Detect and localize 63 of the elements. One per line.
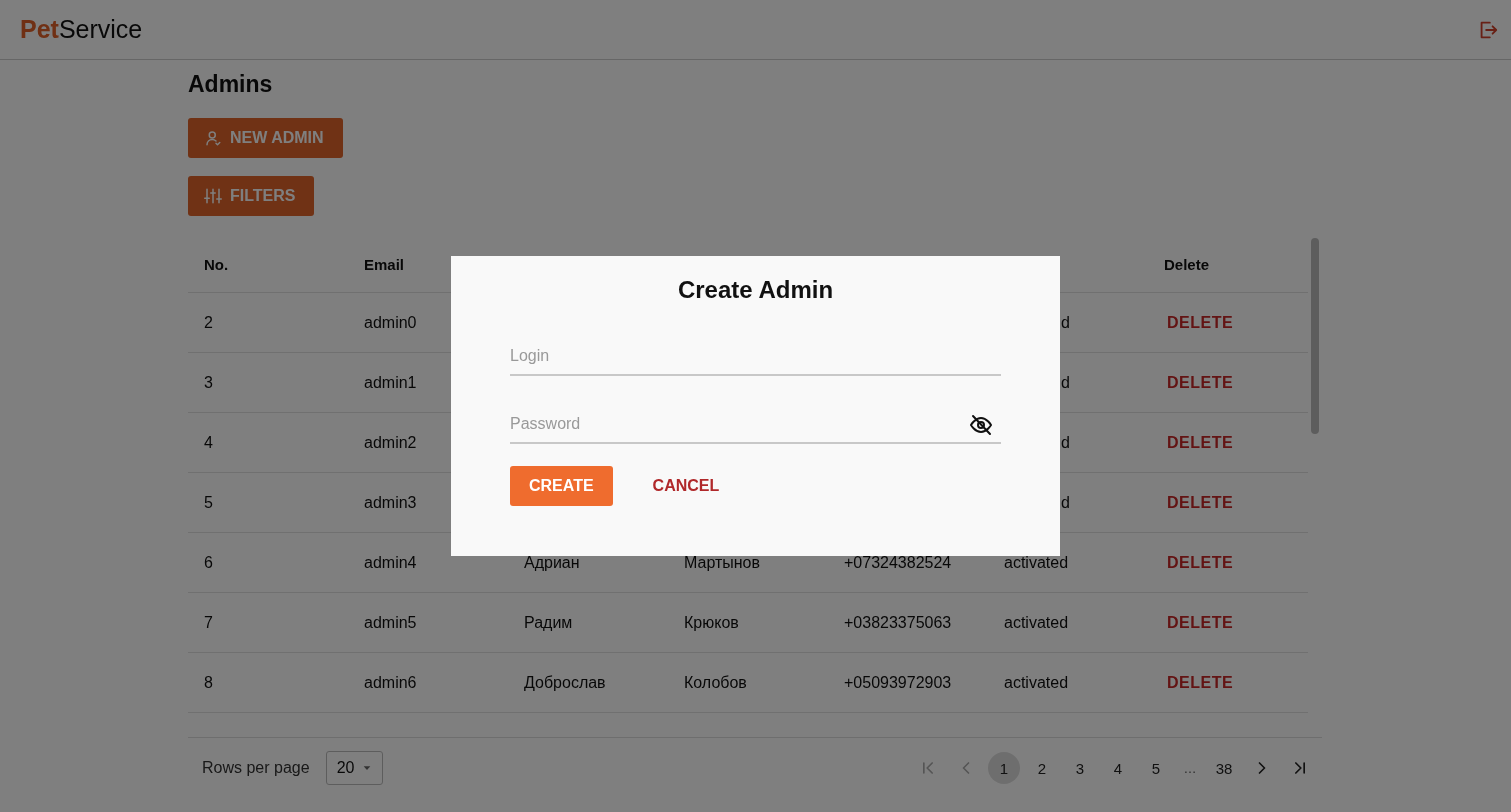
table-cell: admin6 <box>364 673 417 691</box>
table-cell: Мартынов <box>684 553 760 571</box>
table-cell: 4 <box>204 433 213 451</box>
table-cell: 8 <box>204 673 213 691</box>
table-cell: activated <box>1004 553 1069 571</box>
delete-button[interactable]: DELETE <box>1164 313 1237 332</box>
delete-button[interactable]: DELETE <box>1164 373 1237 392</box>
delete-button[interactable]: DELETE <box>1164 433 1237 452</box>
logo: PetService <box>20 15 143 44</box>
column-header: Email <box>364 255 406 273</box>
table-cell: Колобов <box>684 673 747 691</box>
caret-icon <box>362 763 373 773</box>
delete-button[interactable]: DELETE <box>1164 493 1237 512</box>
table-cell-text: d <box>1060 493 1070 512</box>
new-admin-button[interactable]: NEW ADMIN <box>188 118 343 158</box>
table-cell-text: d <box>1060 433 1070 452</box>
delete-button[interactable]: DELETE <box>1164 613 1237 632</box>
table-cell: Доброслав <box>524 673 606 691</box>
dialog-title: Create Admin <box>676 276 835 304</box>
filters-button[interactable]: FILTERS <box>188 176 315 216</box>
table-cell: Крюков <box>684 613 739 631</box>
table-cell: 6 <box>204 553 213 571</box>
user-icon <box>204 129 222 147</box>
table-cell: 7 <box>204 613 213 631</box>
page-button[interactable]: 2 <box>1026 752 1058 784</box>
table-cell: 2 <box>204 313 213 331</box>
rows-per-page-label: Rows per page <box>202 759 310 777</box>
table-cell: admin2 <box>364 433 417 451</box>
table-cell: Радим <box>524 613 573 631</box>
create-button[interactable]: CREATE <box>510 466 613 506</box>
page-button[interactable]: 38 <box>1208 752 1240 784</box>
table-cell: admin3 <box>364 493 417 511</box>
column-header: No. <box>204 255 230 273</box>
table-cell: admin1 <box>364 373 417 391</box>
eye-off-icon[interactable] <box>969 413 993 437</box>
table-cell-text: d <box>1060 313 1070 332</box>
page-button[interactable]: 5 <box>1140 752 1172 784</box>
column-header: Delete <box>1164 255 1211 273</box>
page-button[interactable]: 3 <box>1064 752 1096 784</box>
page-button[interactable]: 1 <box>988 752 1020 784</box>
table-cell: Адриан <box>524 553 580 571</box>
pagination-ellipsis: … <box>1182 759 1198 778</box>
table-cell: admin4 <box>364 553 417 571</box>
sliders-icon <box>204 187 222 205</box>
table-cell: admin0 <box>364 313 417 331</box>
table-cell: +07324382524 <box>844 553 952 571</box>
page-button[interactable]: 4 <box>1102 752 1134 784</box>
cancel-button[interactable]: CANCEL <box>632 466 740 506</box>
table-cell: activated <box>1004 613 1069 631</box>
table-cell: 5 <box>204 493 213 511</box>
table-cell: admin5 <box>364 613 417 631</box>
delete-button[interactable]: DELETE <box>1164 673 1237 692</box>
scrollbar-thumb[interactable] <box>1311 238 1319 434</box>
password-field[interactable]: Password <box>510 406 1001 444</box>
table-cell: 3 <box>204 373 213 391</box>
table-cell: activated <box>1004 673 1069 691</box>
table-cell-text: d <box>1060 373 1070 392</box>
page-title: Admins <box>188 71 274 98</box>
login-field[interactable]: Login <box>510 338 1001 376</box>
delete-button[interactable]: DELETE <box>1164 553 1237 572</box>
table-cell: +05093972903 <box>844 673 952 691</box>
rows-per-page-select[interactable]: 20 <box>325 751 384 785</box>
table-cell: +03823375063 <box>844 613 952 631</box>
